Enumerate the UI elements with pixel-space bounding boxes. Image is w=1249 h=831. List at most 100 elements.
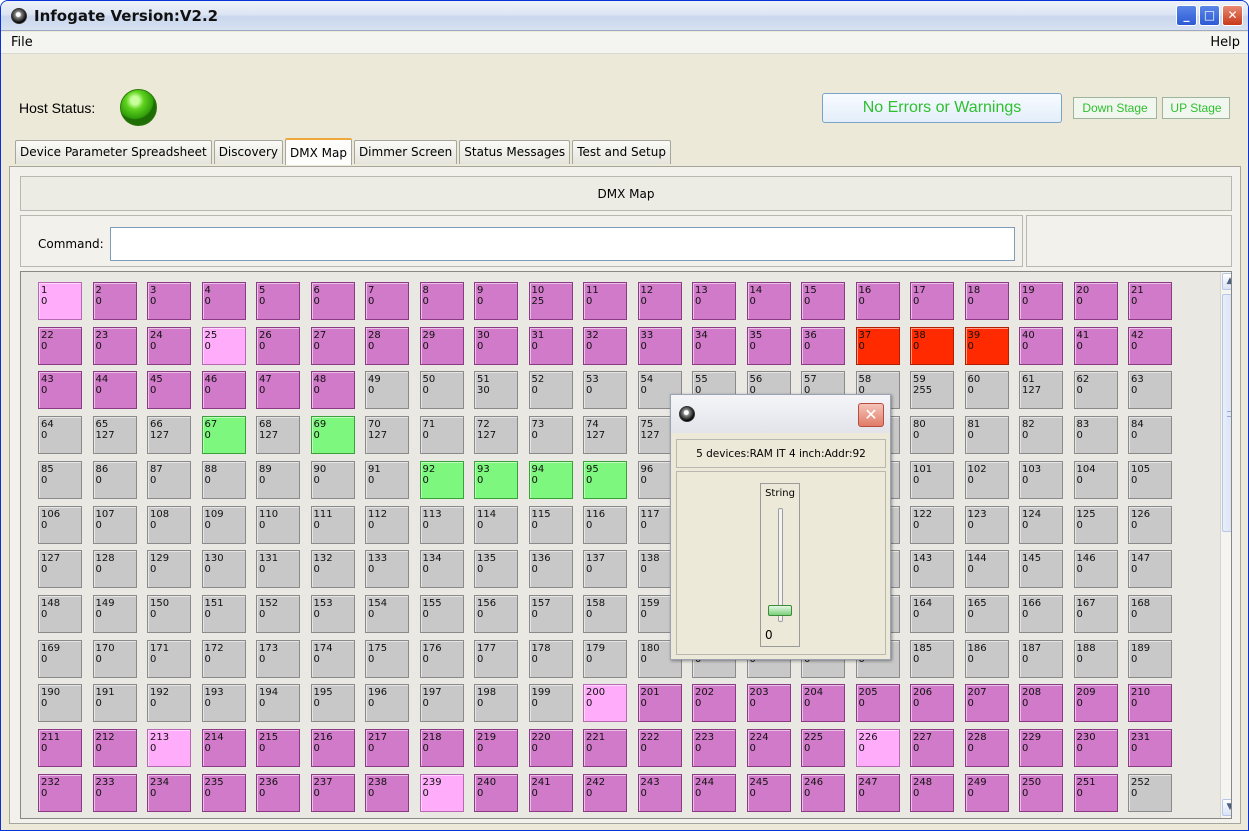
dmx-channel-cell[interactable]: 15 0 (801, 282, 845, 320)
dmx-channel-cell[interactable]: 50 0 (419, 371, 464, 410)
dmx-channel-cell[interactable]: 205 0 (855, 684, 900, 723)
dmx-channel-cell[interactable]: 237 0 (310, 773, 355, 812)
dmx-channel-cell[interactable]: 28 0 (365, 326, 409, 365)
dmx-channel-cell[interactable]: 196 0 (365, 684, 409, 723)
dmx-channel-cell[interactable]: 229 0 (1019, 729, 1063, 767)
dmx-channel-cell[interactable]: 46 0 (201, 371, 246, 410)
error-status-button[interactable]: No Errors or Warnings (822, 93, 1062, 123)
dmx-channel-cell[interactable]: 219 0 (474, 729, 518, 767)
dmx-channel-cell[interactable]: 17 0 (910, 282, 954, 320)
dmx-channel-cell[interactable]: 36 0 (801, 326, 845, 365)
dmx-channel-cell[interactable]: 129 0 (147, 550, 191, 589)
dmx-channel-cell[interactable]: 243 0 (637, 773, 682, 812)
dmx-channel-cell[interactable]: 95 0 (583, 460, 627, 499)
dmx-channel-cell[interactable]: 206 0 (910, 684, 954, 723)
dmx-channel-cell[interactable]: 18 0 (964, 282, 1009, 320)
dmx-channel-cell[interactable]: 51 30 (474, 371, 518, 410)
scroll-thumb[interactable] (1222, 294, 1231, 532)
dmx-channel-cell[interactable]: 187 0 (1019, 639, 1063, 678)
dmx-channel-cell[interactable]: 169 0 (38, 639, 82, 678)
dmx-channel-cell[interactable]: 155 0 (419, 594, 464, 633)
dmx-channel-cell[interactable]: 47 0 (256, 371, 300, 410)
dmx-channel-cell[interactable]: 144 0 (964, 550, 1009, 589)
menu-file[interactable]: File (11, 35, 33, 50)
dmx-channel-cell[interactable]: 14 0 (746, 282, 791, 320)
dmx-channel-cell[interactable]: 13 0 (692, 282, 736, 320)
dmx-channel-cell[interactable]: 247 0 (855, 773, 900, 812)
dmx-channel-cell[interactable]: 228 0 (964, 729, 1009, 767)
dmx-channel-cell[interactable]: 239 0 (419, 773, 464, 812)
dmx-channel-cell[interactable]: 252 0 (1128, 773, 1172, 812)
dmx-channel-cell[interactable]: 60 0 (964, 371, 1009, 410)
dmx-channel-cell[interactable]: 125 0 (1073, 505, 1118, 544)
dmx-channel-cell[interactable]: 52 0 (528, 371, 573, 410)
tab-dmx-map[interactable]: DMX Map (284, 138, 352, 165)
tab-status-messages[interactable]: Status Messages (459, 140, 571, 164)
dmx-channel-cell[interactable]: 90 (474, 282, 518, 320)
dmx-channel-cell[interactable]: 148 0 (38, 594, 82, 633)
dmx-channel-cell[interactable]: 245 0 (746, 773, 791, 812)
dmx-channel-cell[interactable]: 85 0 (38, 460, 82, 499)
dmx-channel-cell[interactable]: 225 0 (801, 729, 845, 767)
dmx-channel-cell[interactable]: 111 0 (310, 505, 355, 544)
dmx-channel-cell[interactable]: 40 0 (1019, 326, 1063, 365)
dmx-channel-cell[interactable]: 249 0 (964, 773, 1009, 812)
dmx-channel-cell[interactable]: 136 0 (528, 550, 573, 589)
dmx-channel-cell[interactable]: 137 0 (583, 550, 627, 589)
dmx-channel-cell[interactable]: 195 0 (310, 684, 355, 723)
dmx-channel-cell[interactable]: 197 0 (419, 684, 464, 723)
dmx-channel-cell[interactable]: 115 0 (528, 505, 573, 544)
dmx-channel-cell[interactable]: 150 0 (147, 594, 191, 633)
dmx-channel-cell[interactable]: 42 0 (1128, 326, 1172, 365)
dmx-channel-cell[interactable]: 49 0 (365, 371, 409, 410)
dmx-channel-cell[interactable]: 87 0 (147, 460, 191, 499)
dmx-channel-cell[interactable]: 175 0 (365, 639, 409, 678)
dmx-channel-cell[interactable]: 201 0 (637, 684, 682, 723)
dmx-channel-cell[interactable]: 50 (256, 282, 300, 320)
dmx-channel-cell[interactable]: 64 0 (38, 416, 82, 455)
dmx-channel-cell[interactable]: 171 0 (147, 639, 191, 678)
down-stage-button[interactable]: Down Stage (1073, 97, 1157, 119)
dmx-channel-cell[interactable]: 167 0 (1073, 594, 1118, 633)
dmx-channel-cell[interactable]: 143 0 (910, 550, 954, 589)
dmx-channel-cell[interactable]: 185 0 (910, 639, 954, 678)
dmx-channel-cell[interactable]: 124 0 (1019, 505, 1063, 544)
dmx-channel-cell[interactable]: 174 0 (310, 639, 355, 678)
dmx-channel-cell[interactable]: 232 0 (38, 773, 82, 812)
dmx-channel-cell[interactable]: 145 0 (1019, 550, 1063, 589)
dmx-channel-cell[interactable]: 30 (147, 282, 191, 320)
dmx-channel-cell[interactable]: 107 0 (92, 505, 137, 544)
dmx-channel-cell[interactable]: 29 0 (419, 326, 464, 365)
dmx-channel-cell[interactable]: 25 0 (201, 326, 246, 365)
dmx-channel-cell[interactable]: 80 (419, 282, 464, 320)
dmx-channel-cell[interactable]: 116 0 (583, 505, 627, 544)
dmx-channel-cell[interactable]: 213 0 (147, 729, 191, 767)
popup-title-bar[interactable]: ✕ (671, 395, 890, 433)
dmx-channel-cell[interactable]: 71 0 (419, 416, 464, 455)
slider-thumb[interactable] (768, 605, 792, 616)
dmx-channel-cell[interactable]: 24 0 (147, 326, 191, 365)
dmx-channel-cell[interactable]: 92 0 (419, 460, 464, 499)
dmx-channel-cell[interactable]: 217 0 (365, 729, 409, 767)
dmx-channel-cell[interactable]: 82 0 (1019, 416, 1063, 455)
dmx-channel-cell[interactable]: 135 0 (474, 550, 518, 589)
up-stage-button[interactable]: UP Stage (1162, 97, 1230, 119)
dmx-channel-cell[interactable]: 156 0 (474, 594, 518, 633)
dmx-channel-cell[interactable]: 43 0 (38, 371, 82, 410)
dmx-channel-cell[interactable]: 193 0 (201, 684, 246, 723)
dmx-channel-cell[interactable]: 199 0 (528, 684, 573, 723)
dmx-channel-cell[interactable]: 130 0 (201, 550, 246, 589)
dmx-channel-cell[interactable]: 105 0 (1128, 460, 1172, 499)
dmx-channel-cell[interactable]: 30 0 (474, 326, 518, 365)
dmx-channel-cell[interactable]: 188 0 (1073, 639, 1118, 678)
tab-dimmer-screen[interactable]: Dimmer Screen (353, 140, 458, 164)
dmx-channel-cell[interactable]: 170 0 (92, 639, 137, 678)
dmx-channel-cell[interactable]: 173 0 (256, 639, 300, 678)
dmx-channel-cell[interactable]: 210 0 (1128, 684, 1172, 723)
scroll-up-arrow-icon[interactable]: ▲ (1222, 273, 1231, 290)
dmx-channel-cell[interactable]: 73 0 (528, 416, 573, 455)
dmx-channel-cell[interactable]: 246 0 (801, 773, 845, 812)
scroll-down-arrow-icon[interactable]: ▼ (1222, 799, 1231, 816)
dmx-channel-cell[interactable]: 168 0 (1128, 594, 1172, 633)
dmx-channel-cell[interactable]: 222 0 (637, 729, 682, 767)
